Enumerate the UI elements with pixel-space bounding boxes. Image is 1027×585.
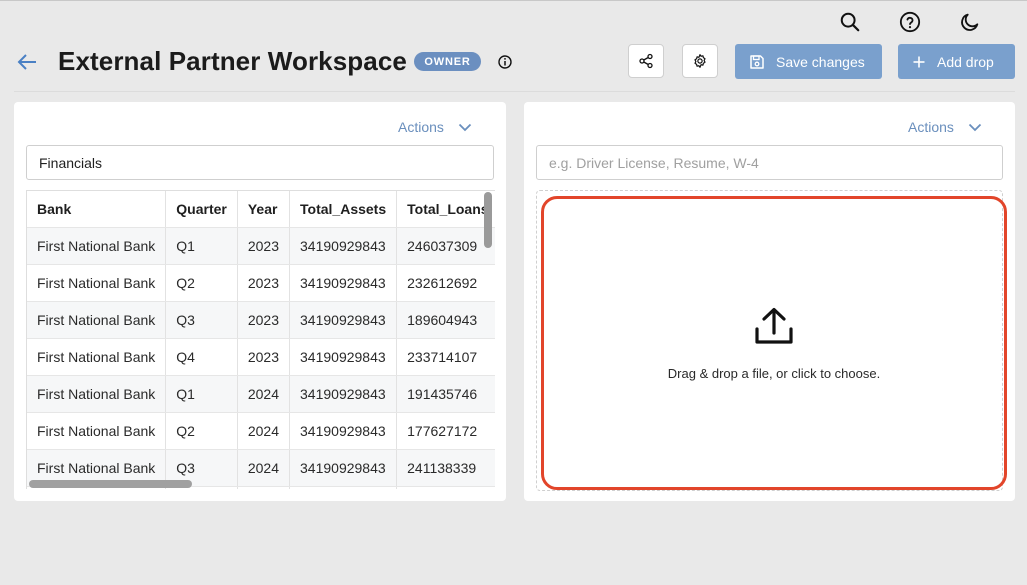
table-cell: First National Bank (27, 227, 167, 265)
table-cell: 2024 (237, 375, 291, 413)
table-header-row: Bank Quarter Year Total_Assets Total_Loans (27, 191, 495, 228)
table-cell: Q2 (165, 412, 238, 450)
table-row[interactable]: First National Bank Q1 2024 34190929843 1914… (27, 375, 495, 413)
add-drop-label: Add drop (937, 53, 994, 70)
table-cell: 232612692 (396, 264, 495, 302)
settings-button[interactable] (682, 44, 718, 78)
table-row[interactable]: First National Bank Q2 2023 34190929843 2326… (27, 264, 495, 302)
table-cell: Q1 (165, 375, 238, 413)
table-cell: 34190929843 (289, 375, 398, 413)
upload-icon (755, 307, 793, 344)
table-cell: 34190929843 (289, 301, 398, 339)
help-icon (899, 11, 921, 33)
column-header[interactable]: Total_Assets (289, 191, 398, 228)
left-actions-label: Actions (398, 119, 444, 135)
table-row[interactable]: First National Bank Q3 2023 34190929843 1896… (27, 301, 495, 339)
arrow-left-icon (17, 54, 36, 70)
share-button[interactable] (628, 44, 664, 78)
moon-icon (961, 13, 979, 31)
data-table-container[interactable]: Bank Quarter Year Total_Assets Total_Loans F… (26, 190, 495, 489)
column-header[interactable]: Total_Loans (396, 191, 495, 228)
page-title: External Partner Workspace (58, 46, 407, 76)
vertical-scrollbar[interactable] (484, 192, 492, 248)
save-changes-button[interactable]: Save changes (735, 44, 882, 79)
drop-name-input[interactable]: Financials (26, 145, 494, 180)
right-panel: Actions e.g. Driver License, Resume, W-4… (524, 102, 1015, 501)
table-cell: 34190929843 (289, 264, 398, 302)
table-cell (396, 486, 495, 489)
table-cell (237, 486, 291, 489)
theme-toggle[interactable] (956, 8, 984, 36)
gear-icon (694, 54, 706, 68)
left-panel: Actions Financials Bank Quarter Year Total_… (14, 102, 506, 501)
table-row[interactable]: First National Bank Q4 2023 34190929843 2337… (27, 338, 495, 376)
back-button[interactable] (14, 49, 40, 75)
right-actions-menu[interactable]: Actions (908, 119, 982, 135)
table-cell: 34190929843 (289, 227, 398, 265)
role-badge: OWNER (414, 52, 481, 71)
table-cell: 34190929843 (289, 338, 398, 376)
dropzone-text: Drag & drop a file, or click to choose. (667, 365, 881, 381)
left-actions-menu[interactable]: Actions (398, 119, 472, 135)
save-changes-label: Save changes (776, 53, 865, 70)
table-cell: 2024 (237, 449, 291, 487)
table-cell: 2023 (237, 264, 291, 302)
add-drop-button[interactable]: Add drop (898, 44, 1015, 79)
table-cell: 233714107 (396, 338, 495, 376)
horizontal-scrollbar[interactable] (29, 480, 192, 488)
table-cell: Q4 (165, 338, 238, 376)
table-cell: 34190929843 (289, 412, 398, 450)
table-cell: 189604943 (396, 301, 495, 339)
table-cell: Q3 (165, 301, 238, 339)
chevron-down-icon (968, 123, 982, 131)
info-icon (498, 55, 512, 69)
document-type-placeholder: e.g. Driver License, Resume, W-4 (549, 154, 759, 171)
document-type-input[interactable]: e.g. Driver License, Resume, W-4 (536, 145, 1003, 180)
table-cell: 191435746 (396, 375, 495, 413)
table-cell: 241138339 (396, 449, 495, 487)
help-button[interactable] (896, 8, 924, 36)
search-button[interactable] (836, 8, 864, 36)
data-table: Bank Quarter Year Total_Assets Total_Loans F… (27, 191, 495, 489)
plus-icon (913, 56, 925, 67)
header-divider (14, 91, 1015, 92)
top-border (0, 0, 1027, 1)
chevron-down-icon (458, 123, 472, 131)
table-cell: First National Bank (27, 338, 167, 376)
table-cell: First National Bank (27, 412, 167, 450)
table-cell: 34190929843 (289, 449, 398, 487)
table-cell: 177627172 (396, 412, 495, 450)
column-header[interactable]: Quarter (165, 191, 238, 228)
right-actions-label: Actions (908, 119, 954, 135)
share-icon (639, 53, 653, 69)
column-header[interactable]: Year (237, 191, 291, 228)
table-cell: 2023 (237, 301, 291, 339)
table-cell: Q1 (165, 227, 238, 265)
table-cell (289, 486, 398, 489)
table-row[interactable]: First National Bank Q2 2024 34190929843 1776… (27, 412, 495, 450)
table-cell: 246037309 (396, 227, 495, 265)
info-button[interactable] (497, 54, 513, 70)
table-cell: First National Bank (27, 375, 167, 413)
table-body: First National Bank Q1 2023 34190929843 2460… (27, 227, 495, 489)
table-cell: First National Bank (27, 301, 167, 339)
drop-name-value: Financials (39, 154, 103, 171)
floppy-disk-icon (750, 54, 764, 69)
table-cell: 2024 (237, 412, 291, 450)
table-row[interactable]: First National Bank Q1 2023 34190929843 2460… (27, 227, 495, 265)
column-header[interactable]: Bank (27, 191, 167, 228)
table-cell: Q2 (165, 264, 238, 302)
table-cell: First National Bank (27, 264, 167, 302)
file-dropzone[interactable]: Drag & drop a file, or click to choose. (541, 196, 1007, 490)
search-icon (840, 12, 860, 32)
table-cell: 2023 (237, 227, 291, 265)
table-cell: 2023 (237, 338, 291, 376)
